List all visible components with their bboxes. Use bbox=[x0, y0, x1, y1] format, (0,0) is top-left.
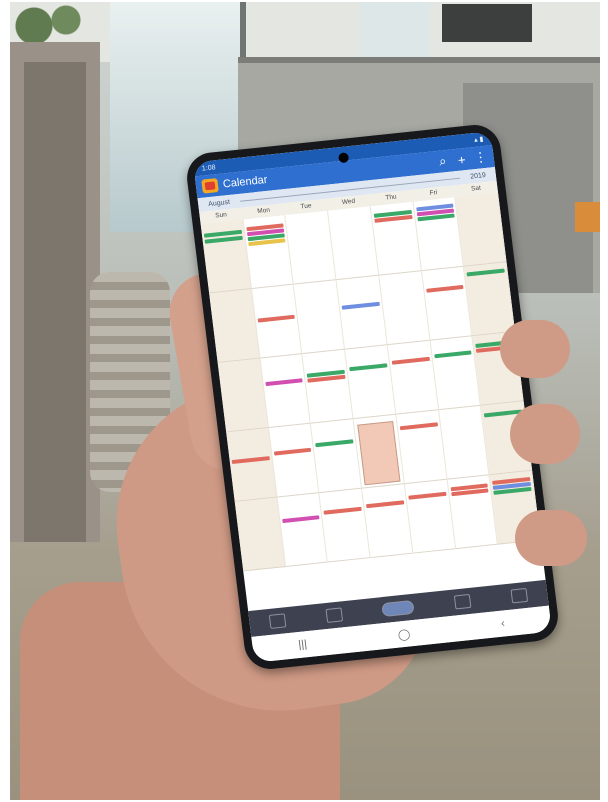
overflow-menu-icon[interactable]: ⋮ bbox=[473, 149, 489, 166]
event-chip[interactable] bbox=[466, 268, 505, 277]
agenda-view-icon[interactable] bbox=[510, 587, 528, 604]
event-chip[interactable] bbox=[281, 515, 320, 524]
calendar-cell[interactable] bbox=[464, 262, 516, 337]
event-chip[interactable] bbox=[399, 422, 438, 431]
back-icon[interactable]: ‹ bbox=[500, 617, 505, 629]
search-icon[interactable]: ⌕ bbox=[435, 153, 451, 170]
smartphone: 1:08 ▴ ▮ Calendar ⌕ + ⋮ August 2019 Sun … bbox=[184, 122, 561, 672]
event-chip[interactable] bbox=[273, 447, 312, 456]
wall-frame bbox=[442, 4, 532, 42]
home-icon[interactable]: ◯ bbox=[397, 627, 411, 641]
orange-object bbox=[575, 202, 600, 232]
app-logo bbox=[201, 178, 219, 194]
status-time: 1:08 bbox=[201, 163, 216, 173]
status-icons: ▴ ▮ bbox=[473, 136, 484, 144]
ring-finger bbox=[515, 510, 587, 566]
add-icon[interactable]: + bbox=[454, 151, 470, 168]
phone-screen: 1:08 ▴ ▮ Calendar ⌕ + ⋮ August 2019 Sun … bbox=[193, 131, 552, 663]
month-grid bbox=[200, 192, 541, 572]
year-view-icon[interactable] bbox=[453, 593, 472, 610]
week-view-icon[interactable] bbox=[325, 607, 344, 623]
middle-finger bbox=[510, 404, 580, 464]
recent-apps-icon[interactable]: ||| bbox=[298, 638, 308, 651]
event-chip[interactable] bbox=[231, 456, 270, 465]
month-label: August bbox=[207, 198, 231, 208]
event-chip[interactable] bbox=[257, 314, 296, 323]
event-chip[interactable] bbox=[433, 350, 472, 359]
year-label: 2019 bbox=[469, 171, 487, 181]
event-chip[interactable] bbox=[391, 356, 430, 365]
event-chip[interactable] bbox=[265, 378, 304, 387]
event-chip[interactable] bbox=[425, 284, 464, 293]
index-finger bbox=[500, 320, 570, 378]
photo-scene: 1:08 ▴ ▮ Calendar ⌕ + ⋮ August 2019 Sun … bbox=[10, 2, 600, 800]
event-chip[interactable] bbox=[349, 363, 388, 372]
multi-day-event[interactable] bbox=[357, 420, 401, 486]
event-chip[interactable] bbox=[408, 491, 447, 500]
calendar-cell[interactable] bbox=[455, 192, 507, 267]
event-chip[interactable] bbox=[323, 506, 362, 515]
event-chip[interactable] bbox=[315, 439, 354, 448]
month-view-icon[interactable] bbox=[381, 599, 416, 618]
day-view-icon[interactable] bbox=[269, 613, 287, 629]
event-chip[interactable] bbox=[341, 301, 380, 310]
event-chip[interactable] bbox=[366, 500, 405, 509]
